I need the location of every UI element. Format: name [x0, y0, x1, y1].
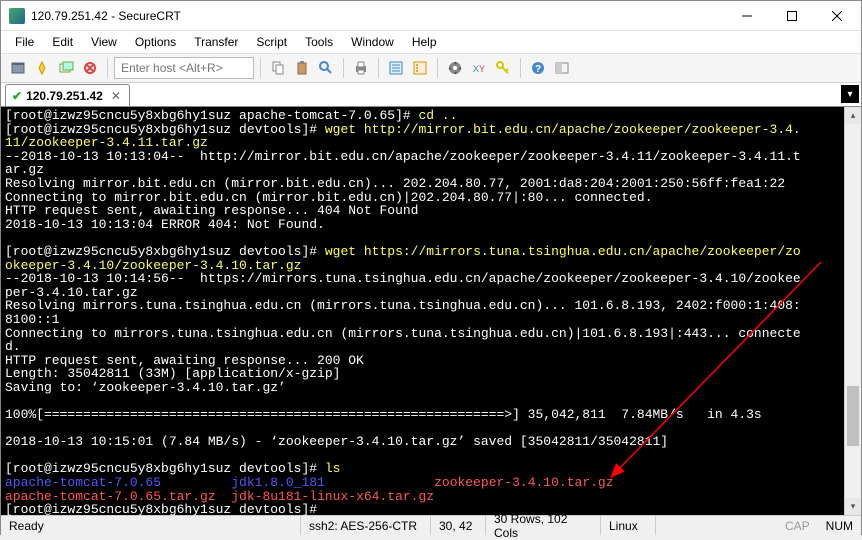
- paste-button[interactable]: [291, 57, 313, 79]
- app-icon: [9, 8, 25, 24]
- toolbar-separator: [520, 58, 521, 78]
- properties-button[interactable]: [385, 57, 407, 79]
- status-os: Linux: [601, 516, 656, 535]
- tabbar: ✔ 120.79.251.42 ✕ ▾: [1, 83, 861, 107]
- terminal-area: [root@izwz95cncu5y8xbg6hy1suz apache-tom…: [1, 107, 861, 515]
- tab-close-icon[interactable]: ✕: [111, 89, 121, 103]
- script-button[interactable]: [444, 57, 466, 79]
- toggle-button[interactable]: [551, 57, 573, 79]
- xy-button[interactable]: XY: [468, 57, 490, 79]
- toolbar-separator: [260, 58, 261, 78]
- menubar: File Edit View Options Transfer Script T…: [1, 31, 861, 53]
- print-button[interactable]: [350, 57, 372, 79]
- scroll-up-button[interactable]: ▴: [845, 107, 861, 124]
- titlebar: 120.79.251.42 - SecureCRT: [1, 1, 861, 31]
- toolbar-separator: [107, 58, 108, 78]
- toolbar: XY ?: [1, 53, 861, 83]
- menu-help[interactable]: Help: [404, 33, 445, 51]
- copy-button[interactable]: [267, 57, 289, 79]
- status-dimensions: 30 Rows, 102 Cols: [486, 516, 601, 535]
- session-tab[interactable]: ✔ 120.79.251.42 ✕: [5, 84, 130, 106]
- menu-view[interactable]: View: [83, 33, 125, 51]
- status-cap: CAP: [777, 516, 818, 535]
- host-input[interactable]: [114, 57, 254, 79]
- status-ready: Ready: [1, 516, 301, 535]
- svg-text:?: ?: [535, 64, 541, 75]
- quick-connect-button[interactable]: [31, 57, 53, 79]
- window-title: 120.79.251.42 - SecureCRT: [31, 9, 724, 23]
- menu-tools[interactable]: Tools: [297, 33, 341, 51]
- status-cipher: ssh2: AES-256-CTR: [301, 516, 431, 535]
- help-button[interactable]: ?: [527, 57, 549, 79]
- svg-text:Y: Y: [479, 64, 485, 74]
- minimize-button[interactable]: [724, 1, 769, 30]
- menu-edit[interactable]: Edit: [44, 33, 81, 51]
- session-manager-button[interactable]: [7, 57, 29, 79]
- status-cursor-pos: 30, 42: [431, 516, 486, 535]
- maximize-button[interactable]: [769, 1, 814, 30]
- menu-window[interactable]: Window: [343, 33, 402, 51]
- connect-tab-button[interactable]: [55, 57, 77, 79]
- menu-options[interactable]: Options: [127, 33, 184, 51]
- tab-label: 120.79.251.42: [26, 89, 103, 103]
- close-button[interactable]: [814, 1, 859, 30]
- find-button[interactable]: [315, 57, 337, 79]
- key-button[interactable]: [492, 57, 514, 79]
- scroll-down-button[interactable]: ▾: [845, 498, 861, 515]
- tab-menu-button[interactable]: ▾: [841, 85, 859, 103]
- scroll-track[interactable]: [845, 124, 861, 498]
- menu-script[interactable]: Script: [248, 33, 295, 51]
- options-button[interactable]: [409, 57, 431, 79]
- terminal[interactable]: [root@izwz95cncu5y8xbg6hy1suz apache-tom…: [1, 107, 861, 519]
- toolbar-separator: [378, 58, 379, 78]
- scroll-thumb[interactable]: [847, 386, 859, 446]
- vertical-scrollbar[interactable]: ▴ ▾: [844, 107, 861, 515]
- menu-transfer[interactable]: Transfer: [186, 33, 246, 51]
- toolbar-separator: [437, 58, 438, 78]
- reconnect-button[interactable]: [79, 57, 101, 79]
- toolbar-separator: [343, 58, 344, 78]
- connected-icon: ✔: [12, 89, 22, 103]
- status-num: NUM: [818, 516, 861, 535]
- menu-file[interactable]: File: [7, 33, 42, 51]
